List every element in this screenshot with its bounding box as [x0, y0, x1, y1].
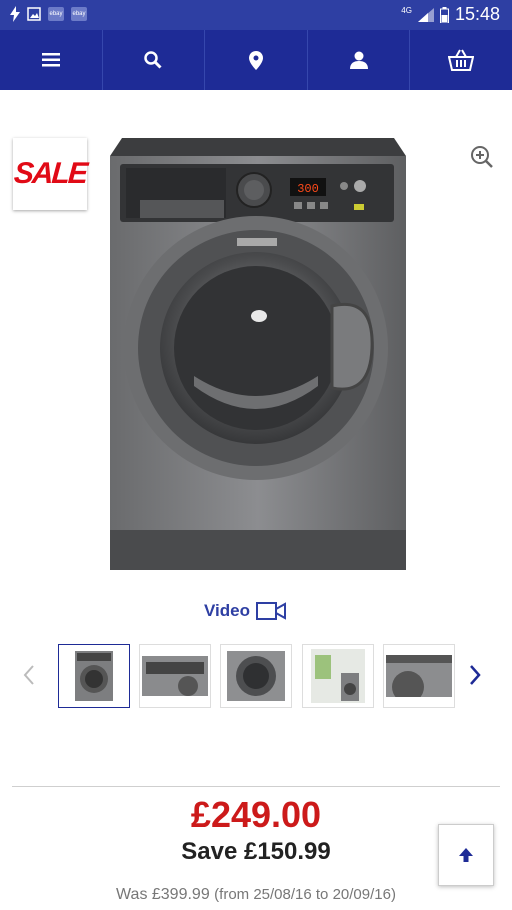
- thumbnail-image: [311, 649, 365, 703]
- chevron-right-icon: [470, 665, 481, 685]
- zoom-in-icon[interactable]: [470, 145, 494, 169]
- store-locator-button[interactable]: [205, 30, 308, 90]
- video-link-label: Video: [204, 601, 250, 620]
- search-button[interactable]: [103, 30, 206, 90]
- thumbnail-side[interactable]: [383, 644, 455, 708]
- flash-icon: [10, 6, 20, 22]
- menu-icon: [41, 53, 60, 67]
- basket-button[interactable]: [410, 30, 512, 90]
- thumbnail-lifestyle[interactable]: [302, 644, 374, 708]
- clock: 15:48: [454, 4, 500, 24]
- ebay-icon: ebay: [71, 7, 87, 21]
- sale-badge-label: SALE: [12, 157, 88, 190]
- thumbnail-image: [386, 655, 452, 697]
- product-image[interactable]: 300: [104, 136, 410, 572]
- back-to-top-button[interactable]: [438, 824, 494, 886]
- video-link[interactable]: Video: [204, 601, 286, 621]
- location-pin-icon: [248, 50, 263, 70]
- thumbnail-strip: [0, 644, 512, 708]
- thumbnails-next-button[interactable]: [468, 664, 482, 691]
- battery-icon: [439, 6, 449, 23]
- thumbnail-door[interactable]: [220, 644, 292, 708]
- thumbnail-image: [227, 651, 285, 701]
- basket-icon: [448, 49, 475, 71]
- status-bar: ebay ebay 4G 15:48: [0, 0, 512, 30]
- ebay-icon: ebay: [48, 7, 64, 21]
- thumbnail-image: [142, 656, 208, 696]
- video-camera-icon: [255, 602, 286, 620]
- divider: [12, 786, 500, 787]
- network-type: 4G: [401, 6, 412, 15]
- signal-icon: [417, 7, 434, 22]
- thumbnail-top[interactable]: [139, 644, 211, 708]
- account-icon: [349, 51, 368, 69]
- product-code-cut-off: [12, 78, 16, 90]
- thumbnail-front[interactable]: [58, 644, 130, 708]
- was-price: Was £399.99 (from 25/08/16 to 20/09/16): [0, 886, 512, 904]
- arrow-up-icon: [459, 848, 473, 862]
- image-icon: [27, 7, 41, 21]
- was-price-value: Was £399.99: [116, 886, 210, 903]
- svg-text:300: 300: [297, 182, 319, 196]
- top-nav: [0, 30, 512, 90]
- was-price-dates: (from 25/08/16 to 20/09/16): [214, 886, 396, 903]
- thumbnail-image: [75, 651, 113, 701]
- account-button[interactable]: [308, 30, 411, 90]
- sale-badge: SALE: [13, 138, 87, 210]
- search-icon: [144, 51, 162, 69]
- savings-amount: Save £150.99: [181, 838, 331, 865]
- current-price: £249.00: [190, 794, 322, 835]
